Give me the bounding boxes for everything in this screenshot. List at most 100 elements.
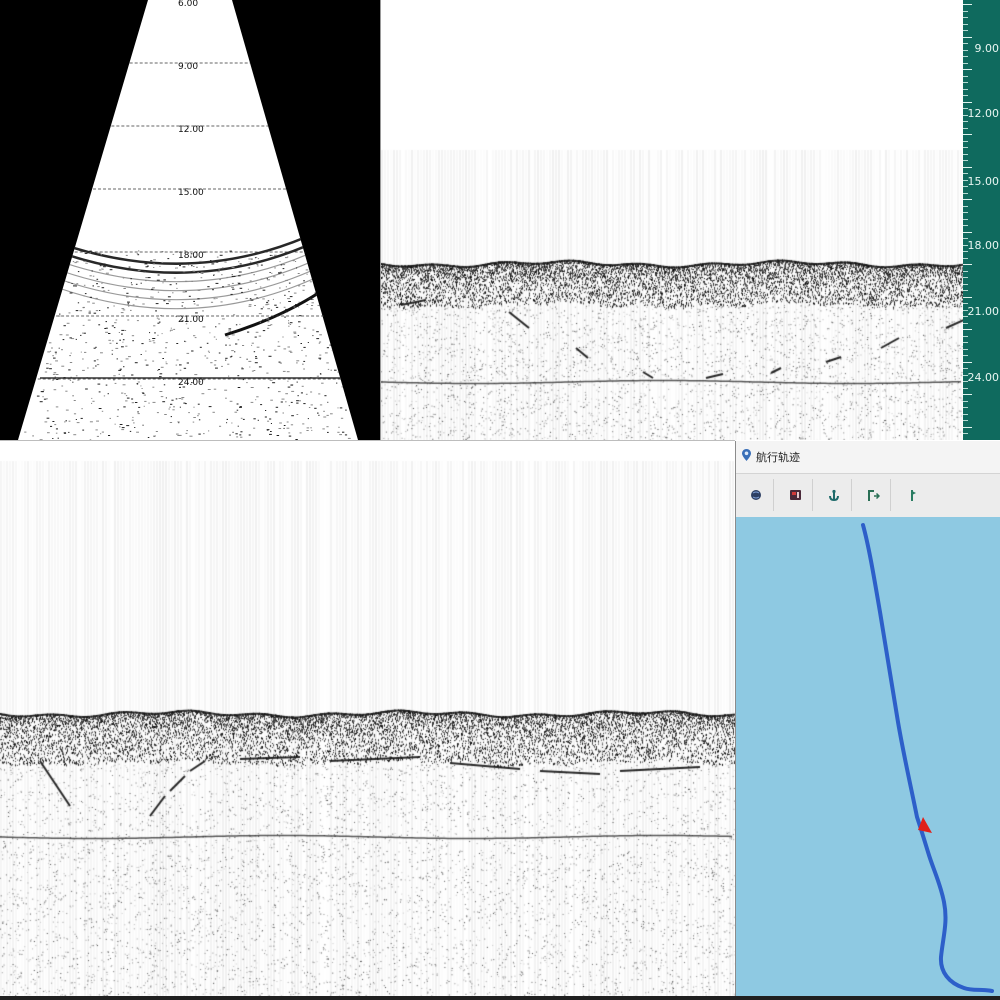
sediment-echo-dot [193,406,195,408]
track-window[interactable]: 航行轨迹 [735,441,1000,996]
sediment-echo-dot [324,352,328,354]
sediment-echo-dot [186,352,190,354]
sediment-echo-dot [41,391,44,393]
sediment-echo-dot [82,429,85,431]
sediment-echo-dot [277,345,281,347]
sediment-echo-dot [100,433,102,435]
toolbar-button-route-forward[interactable] [856,479,891,511]
track-window-title: 航行轨迹 [756,451,800,464]
sediment-echo-dot [225,357,228,359]
sediment-echo-dot [116,358,118,360]
sediment-echo-dot [46,367,49,369]
sediment-echo-dot [285,257,288,259]
sediment-echo-dot [284,316,286,318]
sediment-echo-dot [71,283,73,284]
sediment-echo-dot [276,435,280,436]
sediment-echo-dot [137,411,139,413]
depth-ruler-tick [963,283,968,285]
sediment-echo-dot [209,332,211,334]
sediment-echo-dot [116,415,119,417]
sediment-echo-dot [282,268,285,270]
sediment-echo-dot [228,375,230,377]
sediment-echo-dot [311,429,313,431]
sediment-echo-dot [284,294,286,296]
sediment-echo-dot [282,336,284,338]
sediment-echo-dot [136,253,139,255]
sediment-echo-dot [132,416,134,418]
sediment-echo-dot [327,431,329,433]
sediment-echo-dot [126,296,129,298]
sediment-echo-dot [316,375,319,377]
sediment-echo-dot [290,401,293,403]
sediment-echo-dot [32,435,34,437]
sediment-echo-dot [296,381,298,383]
sediment-echo-dot [278,391,281,393]
sediment-echo-dot [204,355,207,357]
sediment-echo-dot [89,296,92,298]
track-window-titlebar[interactable]: 航行轨迹 [736,441,1000,473]
sediment-echo-dot [277,341,280,343]
sediment-echo-dot [54,424,57,426]
depth-ruler-tick [963,361,972,363]
sediment-echo-dot [45,398,48,400]
sediment-echo-dot [242,345,245,346]
sediment-echo-dot [105,321,107,323]
sediment-echo-dot [177,421,180,423]
sediment-echo-dot [225,397,227,399]
sediment-echo-dot [193,266,195,267]
sediment-echo-dot [52,379,54,381]
sediment-echo-dot [122,375,125,377]
sediment-echo-dot [231,276,233,277]
sediment-echo-dot [108,333,111,334]
sediment-echo-dot [176,287,178,289]
sediment-echo-dot [118,373,120,375]
sediment-echo-dot [155,431,158,432]
sediment-echo-dot [248,305,252,307]
sediment-echo-dot [347,437,351,439]
sediment-echo-dot [226,422,228,424]
sediment-echo-dot [147,277,151,279]
waterfall-top-canvas [381,0,964,440]
depth-ruler-tick [963,322,968,324]
sediment-echo-dot [108,435,111,436]
sediment-echo-dot [89,252,91,254]
sediment-echo-dot [75,419,77,420]
depth-ruler-tick [963,121,968,122]
toolbar-button-record[interactable] [778,479,813,511]
sediment-echo-dot [202,310,204,312]
sediment-echo-dot [224,389,228,391]
sediment-echo-dot [95,310,99,312]
sediment-echo-dot [318,357,322,359]
sediment-echo-dot [253,370,256,371]
sediment-echo-dot [132,304,135,306]
sediment-echo-dot [305,269,309,271]
sediment-echo-dot [166,303,169,305]
sediment-echo-dot [319,358,321,360]
sediment-echo-dot [203,266,205,268]
sediment-echo-dot [114,322,117,324]
sediment-echo-dot [119,368,122,370]
sediment-echo-dot [79,310,83,312]
sediment-echo-dot [262,298,265,300]
sediment-echo-dot [112,340,114,342]
sediment-echo-dot [255,399,257,401]
toolbar-button-globe[interactable] [739,479,774,511]
sector-sonar-display: 6.00 9.00 12.00 15.00 18.00 21.00 24.00 [0,0,380,440]
sediment-echo-dot [286,427,290,429]
sediment-echo-dot [251,344,253,346]
sediment-echo-dot [136,384,139,385]
depth-ruler-tick [963,36,972,38]
toolbar-button-anchor[interactable] [817,479,852,511]
sediment-echo-dot [285,279,288,281]
sediment-echo-dot [248,360,252,362]
track-map[interactable] [736,517,1000,996]
sediment-echo-dot [237,339,240,341]
sediment-echo-dot [62,339,65,341]
sediment-echo-dot [300,392,303,394]
sediment-echo-dot [188,295,191,297]
toolbar-button-marker[interactable] [895,479,929,511]
sediment-echo-dot [267,321,270,323]
depth-ruler-tick [963,10,968,12]
sediment-echo-dot [297,335,299,336]
sector-depth-label: 21.00 [178,315,204,325]
